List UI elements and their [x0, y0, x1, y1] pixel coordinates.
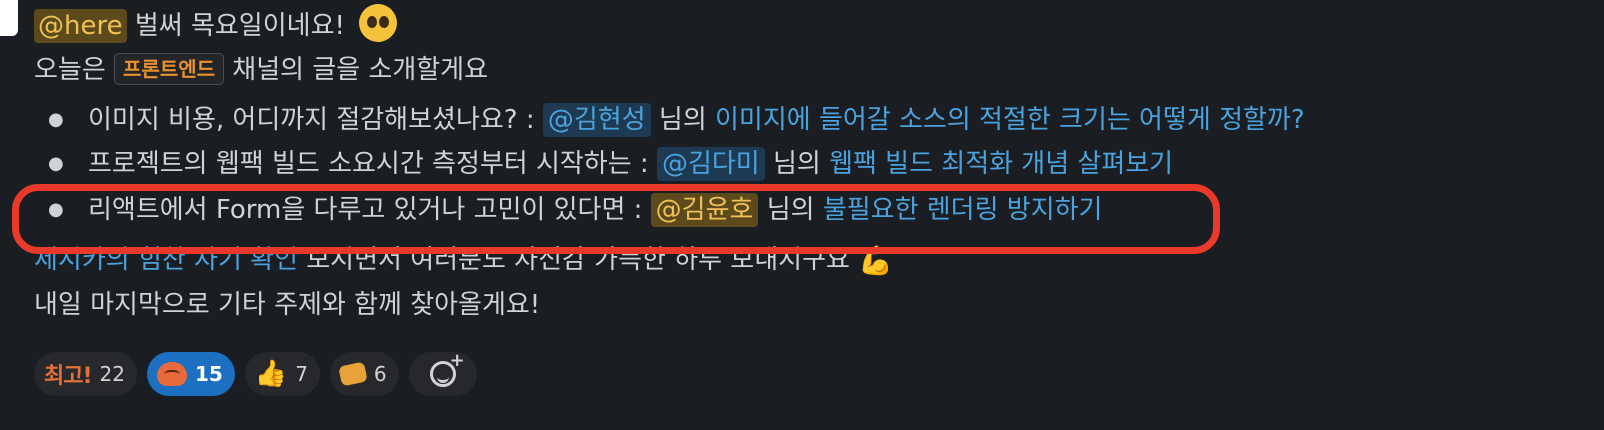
channel-link-frontend[interactable]: 프론트엔드	[114, 53, 225, 85]
line2-after: 채널의 글을 소개할게요	[224, 55, 489, 85]
add-reaction-button[interactable]	[408, 350, 477, 396]
bullet-text: 리액트에서 Form을 다루고 있거나 고민이 있다면 :	[88, 195, 651, 225]
article-list: 이미지 비용, 어디까지 절감해보셨나요? : @김현성 님의 이미지에 들어갈…	[34, 98, 1584, 232]
message-body: @here 벌써 목요일이네요! 오늘은 프론트엔드 채널의 글을 소개할게요 …	[34, 0, 1584, 327]
reaction-blushing-blob[interactable]: 15	[146, 352, 235, 396]
bullet-text: 프로젝트의 웹팩 빌드 소요시간 측정부터 시작하는 :	[88, 149, 657, 179]
affirmation-link[interactable]: 제시카의 힘찬 자기 확인	[34, 245, 298, 275]
line2-before: 오늘은	[34, 55, 115, 85]
article-link[interactable]: 이미지에 들어갈 소스의 적절한 크기는 어떻게 정할까?	[715, 105, 1305, 135]
user-mention[interactable]: @김현성	[542, 103, 651, 137]
reaction-count: 22	[99, 362, 125, 386]
choego-text-icon: 최고!	[44, 364, 93, 389]
here-mention[interactable]: @here	[34, 9, 127, 43]
list-item: 이미지 비용, 어디까지 절감해보셨나요? : @김현성 님의 이미지에 들어갈…	[34, 98, 1584, 142]
line3-text: 보시면서 여러분도 자신감 가득한 하루 보내시구요	[298, 245, 850, 275]
blushing-blob-icon	[156, 362, 187, 386]
reaction-thumbs-up[interactable]: 👍 7	[244, 352, 320, 396]
message-line-1: @here 벌써 목요일이네요!	[34, 4, 1584, 48]
flexed-biceps-icon: 💪	[858, 244, 894, 277]
line1-text: 벌써 목요일이네요!	[126, 11, 345, 41]
reaction-count: 15	[194, 362, 223, 386]
article-link[interactable]: 불필요한 렌더링 방지하기	[823, 195, 1103, 225]
add-emoji-icon	[429, 350, 465, 387]
reaction-count: 7	[295, 362, 308, 386]
list-item: 리액트에서 Form을 다루고 있거나 고민이 있다면 : @김윤호 님의 불필…	[34, 188, 1584, 232]
user-mention[interactable]: @김다미	[656, 147, 765, 181]
bullet-text: 이미지 비용, 어디까지 절감해보셨나요? :	[88, 105, 543, 135]
bullet-mid: 님의	[650, 105, 716, 135]
reaction-choego[interactable]: 최고! 22	[34, 352, 137, 396]
reaction-bar: 최고! 22 15 👍 7 6	[34, 350, 477, 396]
user-mention-highlighted[interactable]: @김윤호	[650, 193, 759, 227]
bullet-mid: 님의	[764, 149, 830, 179]
list-item: 프로젝트의 웹팩 빌드 소요시간 측정부터 시작하는 : @김다미 님의 웹팩 …	[34, 142, 1584, 186]
reaction-count: 6	[373, 362, 387, 386]
thumbs-up-icon: 👍	[254, 359, 288, 389]
message-line-3: 제시카의 힘찬 자기 확인 보시면서 여러분도 자신감 가득한 하루 보내시구요…	[34, 238, 1584, 283]
article-link[interactable]: 웹팩 빌드 최적화 개념 살펴보기	[829, 149, 1173, 179]
reaction-sleeping[interactable]: 6	[329, 352, 399, 396]
message-line-2: 오늘은 프론트엔드 채널의 글을 소개할게요	[34, 48, 1584, 92]
avatar[interactable]	[0, 0, 18, 36]
sleeping-icon	[338, 361, 368, 387]
message-line-4: 내일 마지막으로 기타 주제와 함께 찾아올게요!	[34, 290, 541, 320]
pleading-face-icon	[359, 4, 398, 42]
bullet-mid: 님의	[758, 195, 823, 225]
